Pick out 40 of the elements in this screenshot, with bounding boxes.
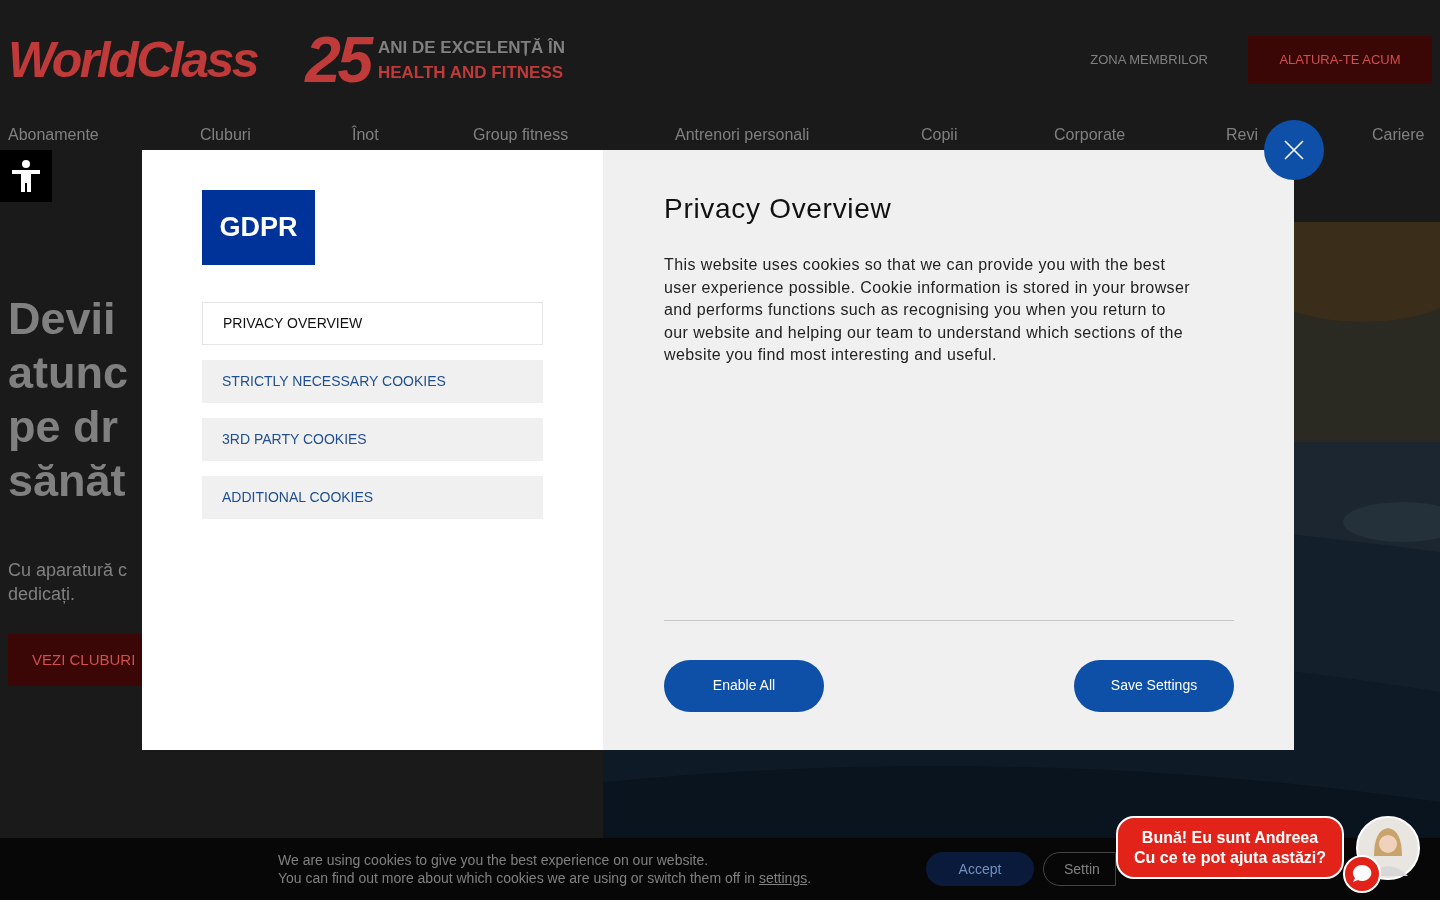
accessibility-icon — [10, 159, 42, 193]
accessibility-button[interactable] — [0, 150, 52, 202]
members-link[interactable]: ZONA MEMBRILOR — [1090, 50, 1208, 70]
hero-heading: atunc — [8, 346, 128, 400]
logo[interactable]: WorldClass — [8, 35, 258, 85]
nav-link[interactable]: Copii — [921, 126, 958, 143]
nav-link[interactable]: Corporate — [1054, 126, 1126, 143]
anniversary-text: ANI DE EXCELENȚĂ ÎN — [377, 36, 565, 59]
accept-button[interactable]: Accept — [926, 852, 1034, 886]
hero-subtitle: Cu aparatură c — [8, 559, 128, 582]
nav-link[interactable]: Înot — [352, 126, 379, 143]
cookie-settings-button[interactable]: Settin — [1043, 852, 1116, 886]
close-icon — [1284, 140, 1304, 160]
cookie-notice-text: You can find out more about which cookies we are using or switch them off in settings. — [278, 869, 812, 887]
chat-icon[interactable] — [1342, 854, 1382, 894]
close-button[interactable] — [1264, 120, 1324, 180]
hero-subtitle: dedicați. — [8, 583, 76, 606]
nav-link[interactable]: Revi — [1226, 126, 1258, 143]
nav-link[interactable]: Group fitness — [473, 126, 569, 143]
cookie-notice-text: We are using cookies to give you the best experience on our website. — [278, 851, 710, 869]
settings-tab[interactable]: STRICTLY NECESSARY COOKIES — [202, 360, 543, 403]
nav-link[interactable]: Abonamente — [8, 126, 99, 143]
hero-heading: pe dr — [8, 400, 119, 454]
nav-link[interactable]: Cariere — [1372, 126, 1425, 143]
gdpr-logo: GDPR — [202, 190, 315, 265]
save-settings-button[interactable]: Save Settings — [1074, 659, 1234, 712]
hero-heading: sănăt — [8, 454, 126, 508]
anniversary-text: HEALTH AND FITNESS — [377, 62, 565, 84]
settings-tab[interactable]: 3RD PARTY COOKIES — [202, 418, 543, 461]
settings-tab[interactable]: ADDITIONAL COOKIES — [202, 476, 543, 519]
chat-bubble[interactable]: Bună! Eu sunt Andreea Cu ce te pot ajuta astăzi? — [1116, 816, 1344, 879]
dialog-text: This website uses cookies so that we can provide you with the best user experience possible. Cookie information is stored in your browser and performs functions such as recognising you when you return to our website and helping our team to understand which sections of the website you find most interesting and useful. — [664, 255, 1191, 365]
enable-all-button[interactable]: Enable All — [664, 659, 824, 712]
nav-link[interactable]: Cluburi — [200, 126, 251, 143]
join-button[interactable]: ALATURA-TE ACUM — [1248, 36, 1432, 84]
hero-heading: Devii — [8, 292, 116, 346]
settings-tab[interactable]: PRIVACY OVERVIEW — [202, 302, 543, 345]
nav-link[interactable]: Antrenori personali — [675, 126, 810, 143]
dialog-title: Privacy Overview — [664, 192, 893, 226]
anniversary-number: 25 — [305, 28, 370, 92]
